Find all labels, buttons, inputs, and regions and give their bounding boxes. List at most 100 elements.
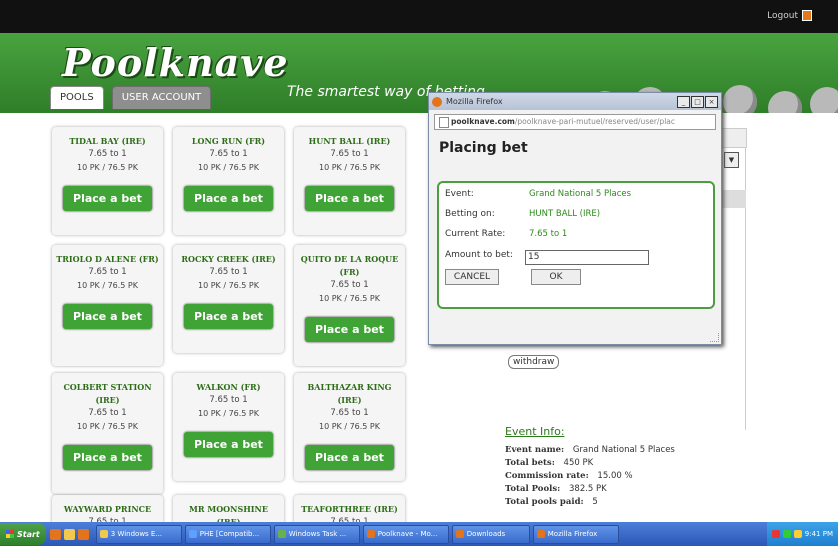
horse-name: COLBERT STATION (IRE)	[63, 382, 152, 405]
place-bet-button[interactable]: Place a bet	[305, 317, 394, 342]
task-icon	[366, 530, 375, 538]
task-label: Windows Task ...	[288, 529, 347, 538]
horse-card: TIDAL BAY (IRE) 7.65 to 1 10 PK / 76.5 PK P…	[52, 127, 163, 235]
logout-label[interactable]: Logout	[767, 11, 798, 21]
horse-name: TRIOLO D ALENE (FR)	[56, 254, 159, 264]
site-logo[interactable]: Poolknave	[62, 40, 289, 85]
popup-window-title: Mozilla Firefox	[446, 97, 503, 106]
close-button[interactable]: ×	[705, 95, 718, 108]
horse-name: ROCKY CREEK (IRE)	[181, 254, 276, 264]
ok-button[interactable]: OK	[531, 269, 581, 285]
popup-titlebar[interactable]: Mozilla Firefox _ □ ×	[429, 93, 721, 110]
horse-card: ROCKY CREEK (IRE) 7.65 to 1 10 PK / 76.5 P…	[173, 245, 284, 353]
tray-icon[interactable]	[793, 530, 802, 538]
task-icon	[99, 530, 108, 538]
tray-icon[interactable]	[782, 530, 791, 538]
right-panel-border	[745, 130, 746, 430]
horse-card: TRIOLO D ALENE (FR) 7.65 to 1 10 PK / 76.5…	[52, 245, 163, 366]
minimize-button[interactable]: _	[677, 95, 690, 108]
place-bet-button[interactable]: Place a bet	[305, 186, 394, 211]
horse-pool: 10 PK / 76.5 PK	[319, 294, 380, 303]
event-info-title[interactable]: Event Info:	[505, 425, 565, 438]
horse-name: LONG RUN (FR)	[191, 136, 266, 146]
tray-icon[interactable]	[771, 530, 780, 538]
horse-card: LONG RUN (FR) 7.65 to 1 10 PK / 76.5 PK Pla…	[173, 127, 284, 235]
place-bet-button[interactable]: Place a bet	[305, 445, 394, 470]
horse-name: WAYWARD PRINCE	[63, 504, 152, 514]
start-label: Start	[17, 529, 40, 539]
place-bet-button[interactable]: Place a bet	[63, 445, 152, 470]
task-label: Downloads	[466, 529, 506, 538]
task-label: Poolknave - Mo...	[377, 529, 438, 538]
horse-rate: 7.65 to 1	[88, 267, 127, 277]
taskbar-task[interactable]: Poolknave - Mo...	[362, 524, 449, 544]
firefox-icon	[432, 96, 442, 107]
windows-logo-icon	[6, 530, 14, 538]
place-bet-button[interactable]: Place a bet	[63, 304, 152, 329]
info-total-pools: Total Pools: 382.5 PK	[505, 484, 607, 494]
quicklaunch-icon[interactable]	[63, 528, 75, 540]
tab-user-account[interactable]: USER ACCOUNT	[111, 86, 212, 109]
popup-url-bar[interactable]: poolknave.com/poolknave-pari-mutuel/rese…	[434, 114, 716, 130]
horse-rate: 7.65 to 1	[330, 408, 369, 418]
clock: 9:41 PM	[804, 530, 833, 538]
taskbar-task[interactable]: Mozilla Firefox	[532, 524, 619, 544]
amount-input[interactable]: 15	[525, 250, 649, 265]
place-bet-button[interactable]: Place a bet	[184, 186, 273, 211]
horse-rate: 7.65 to 1	[330, 149, 369, 159]
start-button[interactable]: Start	[0, 523, 46, 545]
horse-pool: 10 PK / 76.5 PK	[198, 163, 259, 172]
horse-card: WALKON (FR) 7.65 to 1 10 PK / 76.5 PK Place…	[173, 373, 284, 481]
horse-pool: 10 PK / 76.5 PK	[77, 163, 138, 172]
horse-rate: 7.65 to 1	[209, 267, 248, 277]
maximize-button[interactable]: □	[691, 95, 704, 108]
quicklaunch-icon[interactable]	[49, 528, 61, 540]
horse-name: HUNT BALL (IRE)	[308, 136, 391, 146]
main-tabs: POOLS USER ACCOUNT	[50, 86, 212, 109]
system-tray: 9:41 PM	[766, 522, 838, 546]
horse-name: BALTHAZAR KING (IRE)	[307, 382, 392, 405]
place-bet-button[interactable]: Place a bet	[184, 304, 273, 329]
resize-grip[interactable]	[710, 333, 719, 342]
taskbar-task[interactable]: Downloads	[451, 524, 530, 544]
place-bet-button[interactable]: Place a bet	[63, 186, 152, 211]
taskbar: Start 3 Windows E... PHE [Compatib... Wind…	[0, 522, 838, 546]
page-icon	[439, 117, 449, 128]
event-label: Event:	[445, 189, 474, 199]
info-commission-rate: Commission rate: 15.00 %	[505, 471, 633, 481]
logout-icon[interactable]	[802, 10, 812, 21]
info-total-pools-paid: Total pools paid: 5	[505, 497, 598, 507]
tab-pools[interactable]: POOLS	[50, 86, 104, 109]
cancel-button[interactable]: CANCEL	[445, 269, 499, 285]
task-label: 3 Windows E...	[110, 529, 163, 538]
horse-rate: 7.65 to 1	[330, 280, 369, 290]
url-path: /poolknave-pari-mutuel/reserved/user/pla…	[514, 117, 676, 126]
taskbar-task[interactable]: PHE [Compatib...	[184, 524, 271, 544]
quicklaunch-icon[interactable]	[77, 528, 89, 540]
horse-card: HUNT BALL (IRE) 7.65 to 1 10 PK / 76.5 PK P…	[294, 127, 405, 235]
horse-pool: 10 PK / 76.5 PK	[77, 281, 138, 290]
horse-name: TEAFORTHREE (IRE)	[301, 504, 398, 514]
horse-pool: 10 PK / 76.5 PK	[198, 281, 259, 290]
horse-rate: 7.65 to 1	[88, 408, 127, 418]
popup-heading: Placing bet	[439, 140, 528, 156]
horse-pool: 10 PK / 76.5 PK	[77, 422, 138, 431]
task-label: Mozilla Firefox	[547, 529, 598, 538]
task-icon	[277, 530, 286, 538]
task-label: PHE [Compatib...	[199, 529, 260, 538]
taskbar-task[interactable]: Windows Task ...	[273, 524, 360, 544]
horse-name: TIDAL BAY (IRE)	[69, 136, 146, 146]
placing-bet-popup: Mozilla Firefox _ □ × poolknave.com/pool…	[428, 92, 722, 345]
dropdown-arrow-icon[interactable]: ▼	[724, 152, 739, 168]
top-bar: Logout	[0, 0, 838, 33]
withdraw-button[interactable]: withdraw	[508, 355, 560, 369]
event-value: Grand National 5 Places	[529, 189, 632, 199]
place-bet-button[interactable]: Place a bet	[184, 432, 273, 457]
logout-link[interactable]: Logout	[767, 10, 812, 21]
taskbar-task[interactable]: 3 Windows E...	[95, 524, 182, 544]
horse-rate: 7.65 to 1	[209, 149, 248, 159]
amount-label: Amount to bet:	[445, 250, 513, 260]
task-icon	[536, 530, 545, 538]
horse-pool: 10 PK / 76.5 PK	[319, 422, 380, 431]
rate-value: 7.65 to 1	[529, 229, 568, 239]
